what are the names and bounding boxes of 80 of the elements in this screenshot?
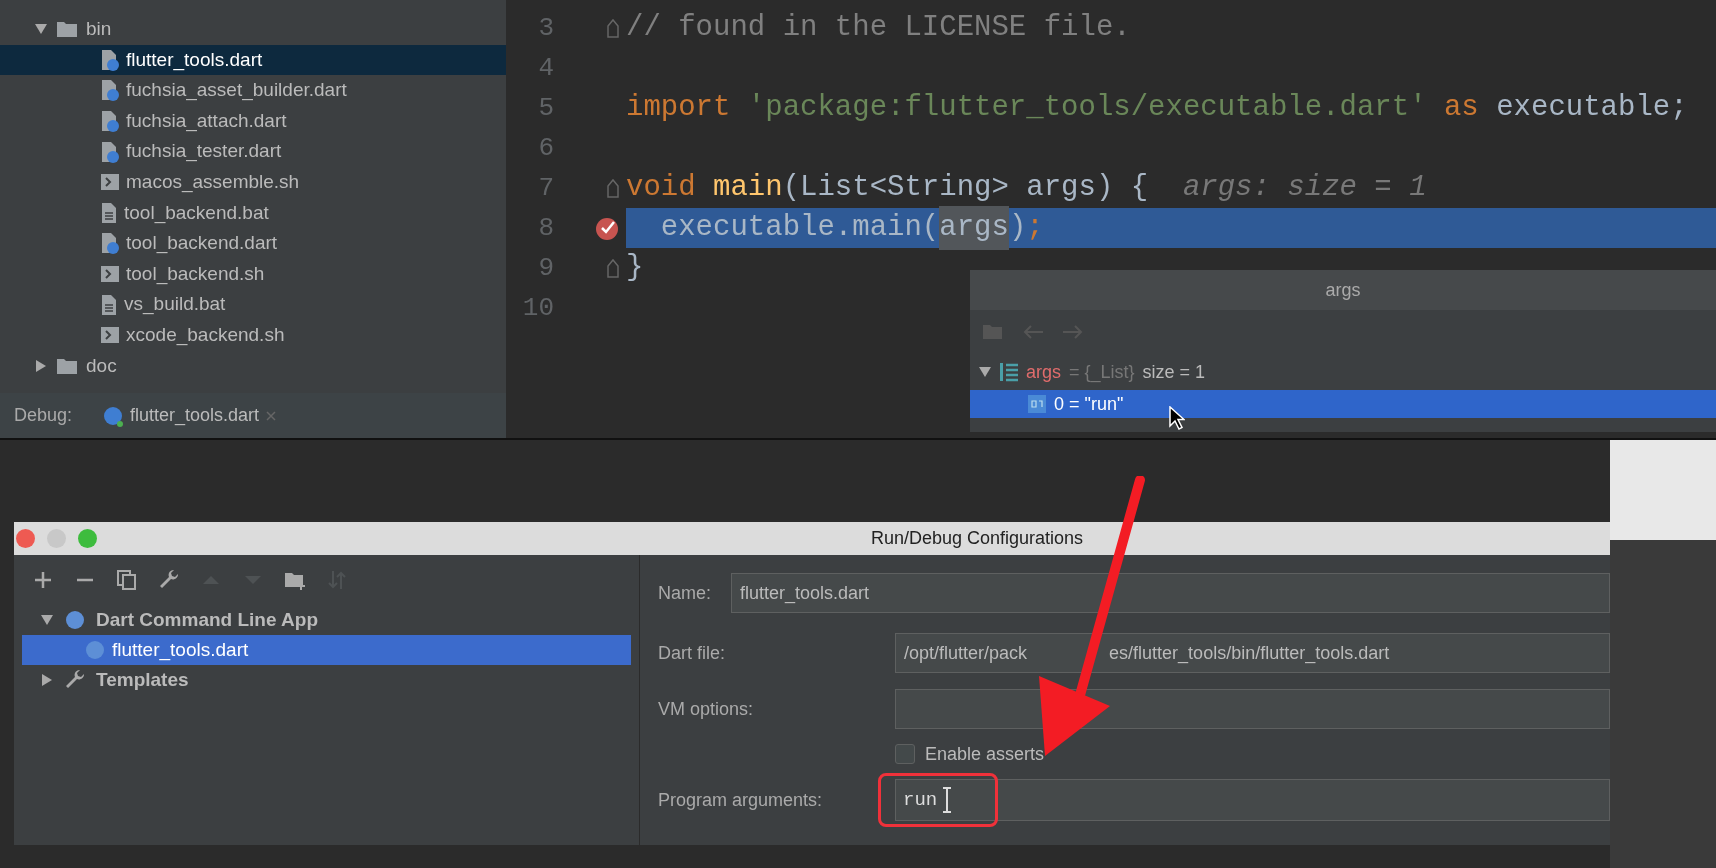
file-tree-item[interactable]: flutter_tools.dart [0,44,506,76]
forward-arrow-icon[interactable] [1062,324,1084,340]
folder-name[interactable]: doc [86,351,117,381]
name-field[interactable]: flutter_tools.dart [731,573,1610,613]
code-line: import 'package:flutter_tools/executable.dart' as executable; [626,90,1689,127]
file-tree-item[interactable]: tool_backend.sh [0,258,506,290]
code-line: void main(List<String> args) { args: size = 1 [626,170,1428,207]
folder-name[interactable]: bin [86,15,112,44]
debug-label: Debug: [14,404,73,427]
fold-marker-icon[interactable] [606,258,620,278]
variable-row[interactable]: args = {_List} size = 1 [970,354,1716,390]
dart-icon [64,609,86,631]
folder-icon [56,20,78,39]
dialog-title: Run/Debug Configurations [870,527,1084,550]
dart-file-icon [100,110,120,133]
collapsed-arrow-icon[interactable] [40,673,54,687]
checkbox[interactable] [895,744,915,764]
file-tree-item[interactable]: fuchsia_tester.dart [0,136,506,167]
line-number: 9 [537,251,554,285]
terminal-file-icon [100,326,120,345]
folder-icon [56,356,78,375]
name-label: Name: [658,581,711,605]
dart-file-icon [100,48,120,71]
variable-row[interactable]: 0 = "run" [970,390,1716,418]
code-line: } [626,250,645,287]
enable-asserts-label: Enable asserts [925,742,1045,766]
field-icon [1028,395,1046,413]
file-tree-item[interactable]: tool_backend.bat [0,197,506,229]
expanded-arrow-icon[interactable] [40,613,54,627]
file-tree-item[interactable]: fuchsia_asset_builder.dart [0,75,506,106]
debug-tab[interactable]: flutter_tools.dart [102,402,278,429]
wrench-icon[interactable] [158,569,180,591]
file-tree-item[interactable]: macos_assemble.sh [0,166,506,198]
dart-icon [84,639,106,661]
config-tree-item[interactable]: flutter_tools.dart [22,635,631,665]
add-icon[interactable] [32,569,54,591]
line-number: 5 [537,91,554,125]
text-field[interactable] [895,689,1610,729]
text-file-icon [100,201,118,224]
popup-title: args [970,270,1716,310]
list-icon [1000,362,1018,382]
line-number: 7 [537,171,554,205]
code-line: // found in the LICENSE file. [626,10,1132,47]
file-tree-item[interactable]: xcode_backend.sh [0,319,506,351]
text-cursor-icon [941,787,954,813]
wrench-icon [64,669,86,691]
folder-icon[interactable] [982,323,1004,341]
dart-file-icon [100,140,120,163]
copy-icon[interactable] [116,569,138,591]
close-window-icon[interactable] [16,529,35,548]
file-tree-item[interactable]: tool_backend.dart [0,228,506,259]
program-arguments-field[interactable]: run [878,773,998,827]
close-icon[interactable] [265,409,278,422]
line-number: 4 [537,51,554,85]
fold-marker-icon[interactable] [606,178,620,198]
expanded-arrow-icon[interactable] [978,365,992,379]
zoom-window-icon[interactable] [78,529,97,548]
dart-file-icon [100,232,120,255]
line-number: 6 [537,131,554,165]
back-arrow-icon[interactable] [1022,324,1044,340]
line-number: 8 [537,211,554,245]
terminal-file-icon [100,265,120,284]
config-tree-item[interactable]: Templates [22,665,631,695]
field-label: Dart file: [658,641,727,665]
dart-icon [102,404,125,427]
field-label: VM options: [658,697,755,721]
mouse-pointer-icon [1169,406,1185,430]
line-number: 3 [537,11,554,45]
terminal-file-icon [100,173,120,192]
file-tree-item[interactable]: vs_build.bat [0,289,506,320]
breakpoint-icon[interactable] [594,215,620,241]
text-file-icon [100,293,118,316]
collapsed-arrow-icon[interactable] [34,358,48,373]
text-field[interactable]: /opt/flutter/pack es/flutter_tools/bin/flutter_tools.dart [895,633,1610,673]
file-tree-item[interactable]: fuchsia_attach.dart [0,105,506,137]
program-arguments-label: Program arguments: [658,788,824,812]
fold-marker-icon[interactable] [606,18,620,38]
dart-file-icon [100,79,120,102]
line-number: 10 [521,291,554,325]
config-tree-item[interactable]: Dart Command Line App [22,605,631,635]
